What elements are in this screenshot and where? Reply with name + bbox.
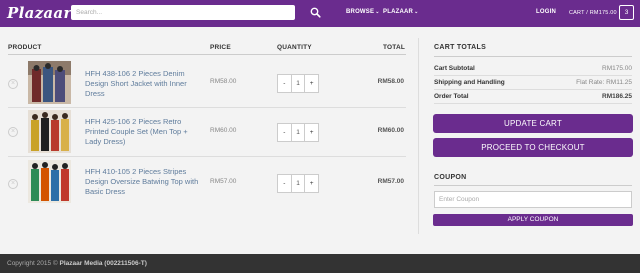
company-name: Plazaar Media (002211506-T) [59, 260, 147, 267]
subtotal-label: Cart Subtotal [434, 65, 475, 72]
row-divider [8, 107, 406, 108]
qty-minus-button[interactable]: - [278, 124, 291, 141]
cart-totals-rule [434, 56, 632, 57]
row-divider [8, 156, 406, 157]
col-header-product: PRODUCT [8, 44, 42, 51]
search-icon[interactable] [309, 6, 322, 19]
footer: Copyright 2015 © Plazaar Media (00221150… [0, 254, 640, 273]
qty-plus-button[interactable]: + [305, 175, 318, 192]
qty-plus-button[interactable]: + [305, 124, 318, 141]
row-total: RM60.00 [377, 127, 404, 134]
table-header-rule [8, 54, 406, 55]
chevron-down-icon: ⌄ [414, 9, 419, 15]
copyright-prefix: Copyright 2015 © [7, 260, 58, 267]
totals-divider [434, 75, 632, 76]
cart-totals-title: CART TOTALS [434, 44, 487, 51]
qty-plus-button[interactable]: + [305, 75, 318, 92]
coupon-input[interactable] [434, 191, 632, 208]
login-link[interactable]: LOGIN [536, 9, 556, 15]
nav-plazaar-label: PLAZAAR [383, 9, 414, 15]
col-header-total: TOTAL [383, 44, 406, 51]
row-total: RM57.00 [377, 178, 404, 185]
product-price: RM57.00 [210, 178, 237, 185]
nav-plazaar[interactable]: PLAZAAR⌄ [383, 9, 418, 15]
cart-link[interactable]: CART / RM175.00 [569, 10, 617, 16]
column-divider [418, 38, 419, 234]
coupon-title: COUPON [434, 174, 467, 181]
nav-browse-label: BROWSE [346, 9, 375, 15]
product-price: RM58.00 [210, 78, 237, 85]
col-header-price: PRICE [210, 44, 231, 51]
nav-browse[interactable]: BROWSE⌄ [346, 9, 380, 15]
totals-divider [434, 103, 632, 104]
product-price: RM60.00 [210, 127, 237, 134]
remove-item-button[interactable]: × [8, 79, 18, 89]
product-name-link[interactable]: HFH 410-105 2 Pieces Stripes Design Over… [85, 167, 200, 197]
search-input[interactable] [71, 5, 295, 20]
copyright-text: Copyright 2015 © Plazaar Media (00221150… [7, 260, 147, 267]
product-name-link[interactable]: HFH 438-106 2 Pieces Denim Design Short … [85, 69, 200, 99]
top-header: Plazaar BROWSE⌄ PLAZAAR⌄ LOGIN CART / RM… [0, 0, 640, 27]
product-thumbnail[interactable] [28, 110, 71, 153]
quantity-stepper: - 1 + [277, 174, 319, 193]
coupon-rule [434, 185, 632, 186]
quantity-stepper: - 1 + [277, 123, 319, 142]
qty-minus-button[interactable]: - [278, 175, 291, 192]
qty-input[interactable]: 1 [290, 124, 306, 141]
cart-count-badge[interactable]: 3 [619, 5, 634, 20]
shipping-label: Shipping and Handling [434, 79, 505, 86]
remove-item-button[interactable]: × [8, 127, 18, 137]
order-total-value: RM186.25 [602, 93, 632, 100]
col-header-quantity: QUANTITY [277, 44, 312, 51]
update-cart-button[interactable]: UPDATE CART [433, 114, 633, 133]
logo[interactable]: Plazaar [7, 4, 72, 22]
product-thumbnail[interactable] [28, 160, 71, 203]
qty-minus-button[interactable]: - [278, 75, 291, 92]
subtotal-value: RM175.00 [602, 65, 632, 72]
checkout-button[interactable]: PROCEED TO CHECKOUT [433, 138, 633, 157]
product-thumbnail[interactable] [28, 61, 71, 104]
qty-input[interactable]: 1 [290, 175, 306, 192]
chevron-down-icon: ⌄ [375, 9, 380, 15]
quantity-stepper: - 1 + [277, 74, 319, 93]
apply-coupon-button[interactable]: APPLY COUPON [433, 214, 633, 226]
product-name-link[interactable]: HFH 425-106 2 Pieces Retro Printed Coupl… [85, 117, 200, 147]
row-total: RM58.00 [377, 78, 404, 85]
qty-input[interactable]: 1 [290, 75, 306, 92]
order-total-label: Order Total [434, 93, 469, 100]
shipping-value: Flat Rate: RM11.25 [576, 79, 632, 86]
remove-item-button[interactable]: × [8, 179, 18, 189]
totals-divider [434, 89, 632, 90]
